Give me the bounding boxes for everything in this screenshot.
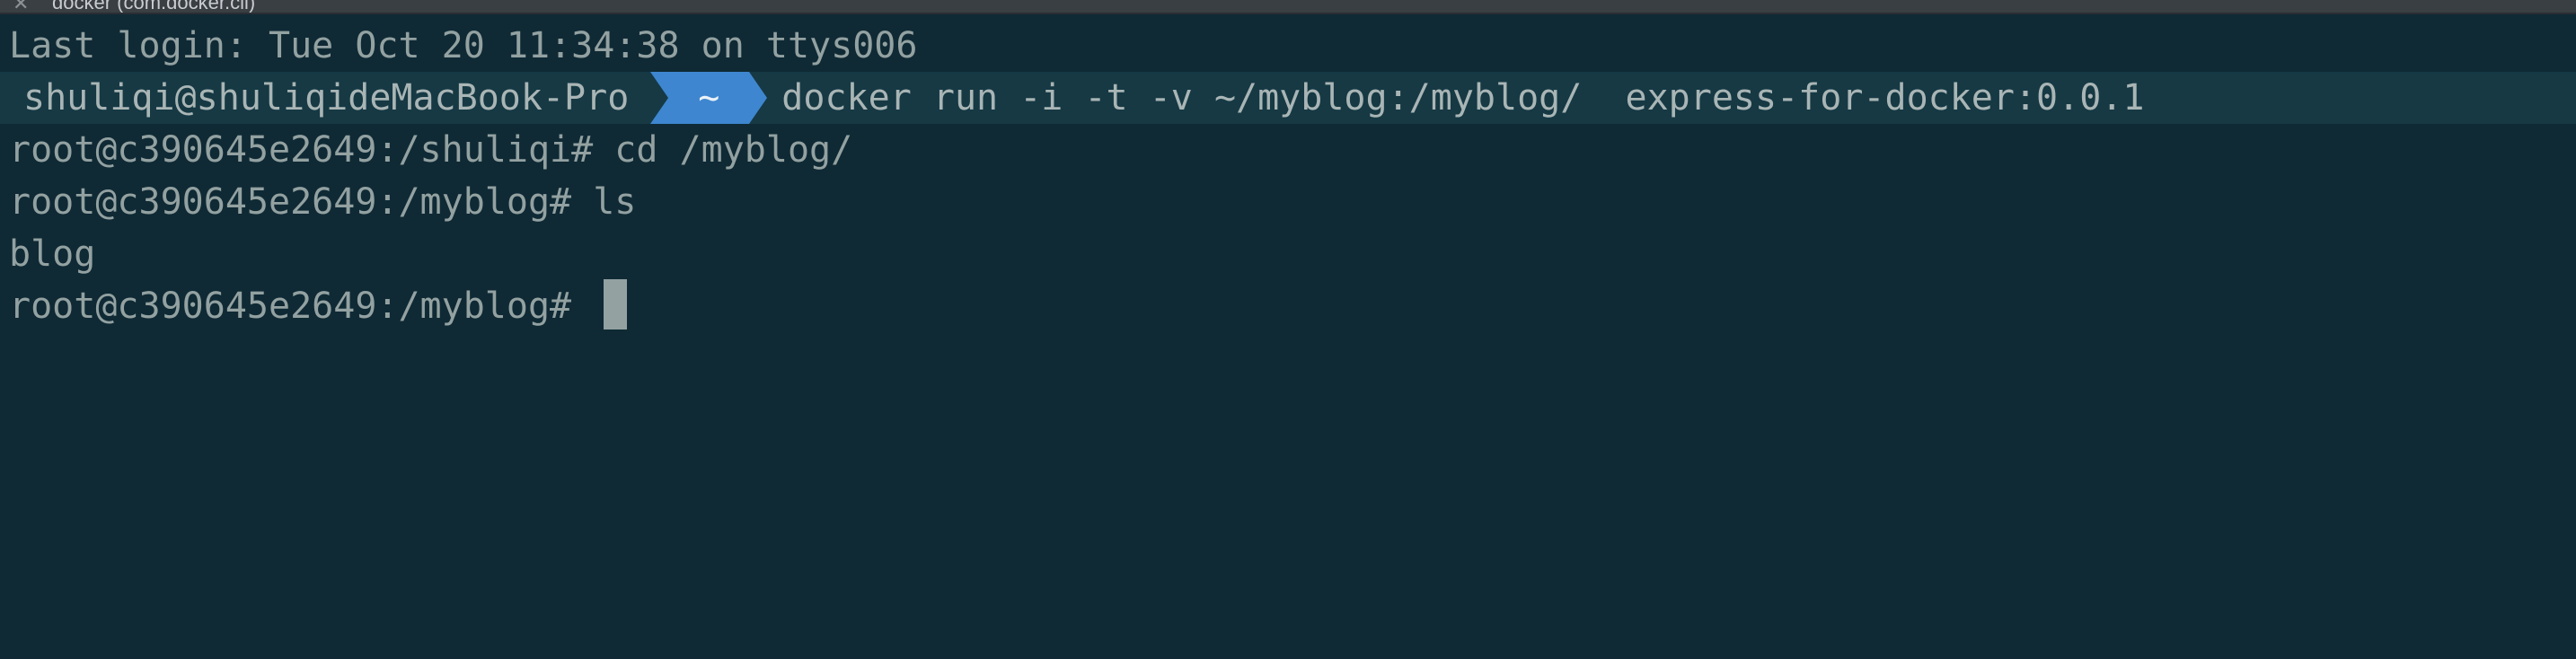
shell-prompt-line: shuliqi@shuliqideMacBook-Pro ~ docker run … <box>0 72 2576 124</box>
prompt-user-host: shuliqi@shuliqideMacBook-Pro <box>23 77 630 119</box>
terminal-line: blog <box>9 233 96 275</box>
current-prompt-line[interactable]: root@c390645e2649:/myblog# <box>0 279 2576 332</box>
prompt-cwd: ~ <box>698 77 720 119</box>
terminal-output[interactable]: Last login: Tue Oct 20 11:34:38 on ttys0… <box>0 20 2576 332</box>
terminal-window: ✕ docker (com.docker.cli) Last login: Tu… <box>0 0 2576 659</box>
text-cursor <box>604 279 628 330</box>
close-icon[interactable]: ✕ <box>13 0 29 13</box>
window-title: docker (com.docker.cli) <box>52 0 256 13</box>
title-bar: ✕ docker (com.docker.cli) <box>0 0 2576 14</box>
prompt-cwd-segment: ~ <box>650 72 768 124</box>
terminal-line: root@c390645e2649:/myblog# ls <box>9 181 637 223</box>
prompt-command: docker run -i -t -v ~/myblog:/myblog/ ex… <box>781 77 2145 119</box>
current-prompt: root@c390645e2649:/myblog# <box>9 286 594 327</box>
last-login-line: Last login: Tue Oct 20 11:34:38 on ttys0… <box>9 25 918 66</box>
terminal-line: root@c390645e2649:/shuliqi# cd /myblog/ <box>9 129 853 171</box>
